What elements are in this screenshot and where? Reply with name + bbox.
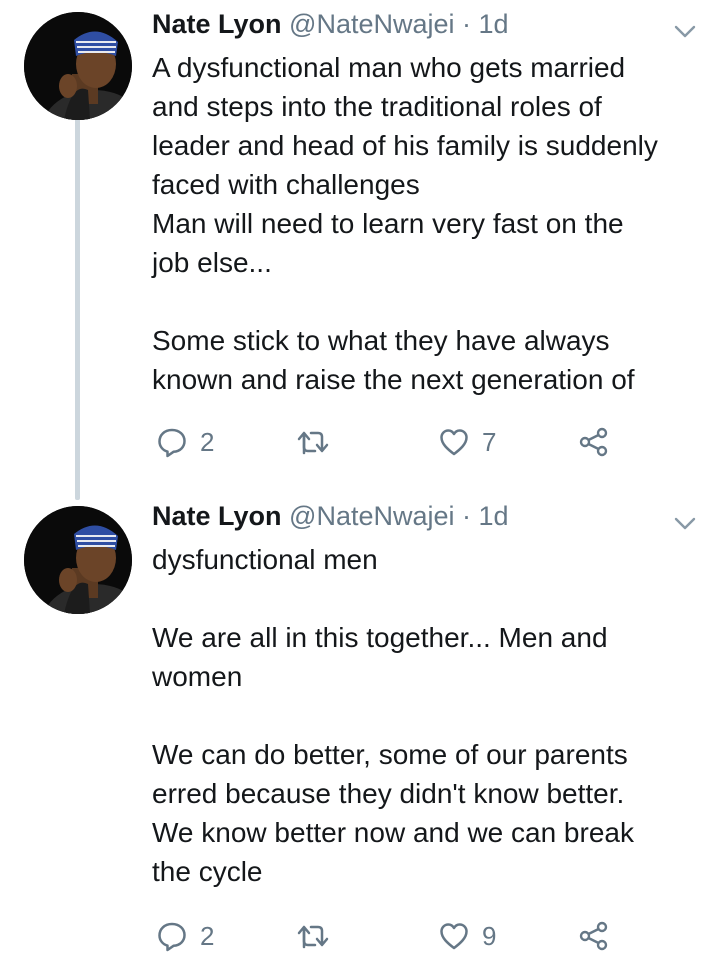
thread-line [75, 118, 80, 500]
separator-dot: · [462, 501, 472, 531]
retweet-icon [297, 431, 329, 455]
retweet-icon [297, 925, 329, 949]
display-name[interactable]: Nate Lyon [152, 501, 282, 531]
tweet-line: leader and head of his family is suddenl… [152, 130, 658, 161]
heart-icon [440, 923, 468, 950]
tweet-header: Nate Lyon @NateNwajei · 1d [152, 498, 660, 534]
tweet-line: erred because they didn't know better. [152, 778, 625, 809]
share-icon [579, 921, 608, 951]
tweet-line: women [152, 661, 243, 692]
like-count: 7 [482, 426, 497, 457]
tweet-line: faced with challenges [152, 169, 420, 200]
reply-icon [158, 428, 186, 458]
avatar[interactable] [24, 506, 132, 614]
retweet-button[interactable] [296, 422, 342, 462]
like-button[interactable]: 9 [438, 916, 496, 956]
action-bar: 2 7 [152, 422, 632, 462]
reply-button[interactable]: 2 [156, 916, 214, 956]
retweet-button[interactable] [296, 916, 342, 956]
tweet-line: We know better now and we can break [152, 817, 634, 848]
share-icon [579, 427, 608, 457]
reply-button[interactable]: 2 [156, 422, 214, 462]
reply-count: 2 [200, 920, 215, 951]
tweet-header: Nate Lyon @NateNwajei · 1d [152, 6, 660, 42]
chevron-down-icon[interactable] [672, 18, 698, 44]
share-button[interactable] [578, 916, 610, 956]
tweet-line: dysfunctional men [152, 544, 378, 575]
tweet-line: job else... [152, 247, 272, 278]
like-button[interactable]: 7 [438, 422, 496, 462]
user-handle[interactable]: @NateNwajei [289, 501, 454, 531]
timestamp[interactable]: 1d [479, 9, 509, 39]
tweet-line: A dysfunctional man who gets married [152, 52, 626, 83]
tweet-line: We can do better, some of our parents [152, 739, 628, 770]
tweet-1[interactable]: Nate Lyon @NateNwajei · 1d A dysfunction… [0, 0, 720, 500]
action-bar: 2 9 [152, 916, 632, 956]
avatar[interactable] [24, 12, 132, 120]
like-count: 9 [482, 920, 497, 951]
tweet-line: Man will need to learn very fast on the [152, 208, 624, 239]
tweet-line: and steps into the traditional roles of [152, 91, 602, 122]
display-name[interactable]: Nate Lyon [152, 9, 282, 39]
user-handle[interactable]: @NateNwajei [289, 9, 454, 39]
tweet-text: dysfunctional men We are all in this tog… [152, 540, 708, 891]
separator-dot: · [462, 9, 472, 39]
tweet-line: We are all in this together... Men and [152, 622, 608, 653]
tweet-line: the cycle [152, 856, 263, 887]
share-button[interactable] [578, 422, 610, 462]
heart-icon [440, 429, 468, 456]
reply-count: 2 [200, 426, 215, 457]
tweet-line: known and raise the next generation of [152, 364, 635, 395]
timestamp[interactable]: 1d [479, 501, 509, 531]
chevron-down-icon[interactable] [672, 510, 698, 536]
reply-icon [158, 922, 186, 952]
tweet-line: Some stick to what they have always [152, 325, 610, 356]
tweet-text: A dysfunctional man who gets married and… [152, 48, 708, 399]
tweet-2[interactable]: Nate Lyon @NateNwajei · 1d dysfunctional… [0, 490, 720, 960]
